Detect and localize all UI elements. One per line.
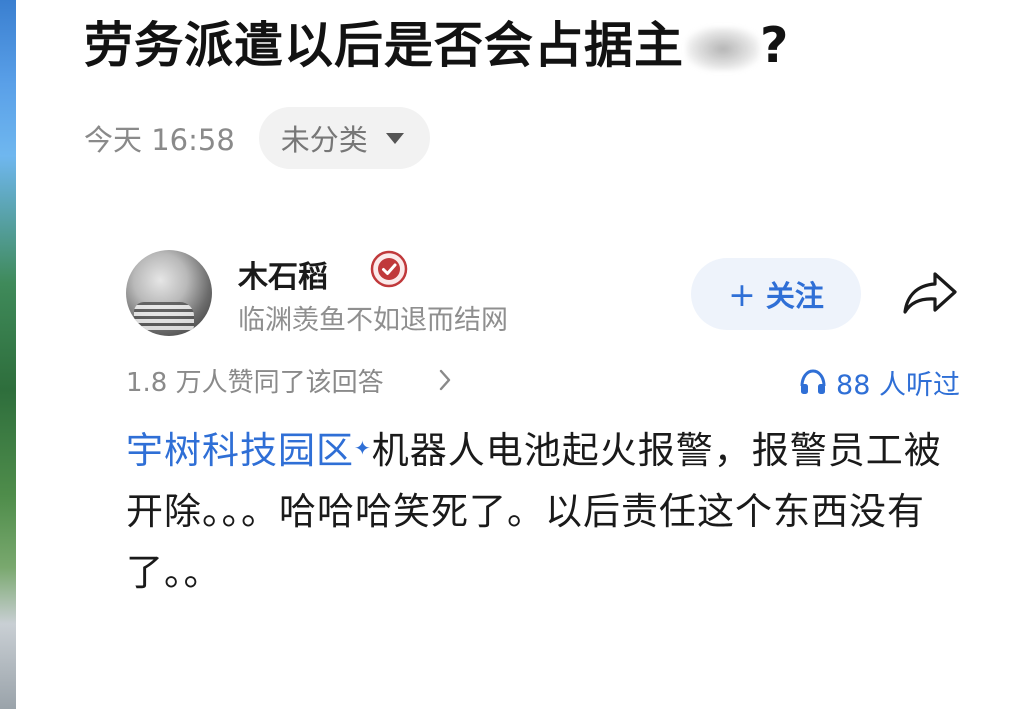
- listen-count: 88 人听过: [836, 369, 960, 401]
- avatar[interactable]: [126, 250, 212, 336]
- post-time: 今天 16:58: [84, 123, 235, 157]
- question-mark: ?: [760, 17, 790, 74]
- answer-card: 劳务派遣以后是否会占据主? 今天 16:58 未分类 木石稻 临渊羡鱼不如退而结…: [16, 0, 1018, 709]
- sparkle-icon: ✦: [354, 436, 372, 460]
- topic-link[interactable]: 宇树科技园区: [126, 429, 354, 472]
- follow-label: 关注: [765, 279, 824, 313]
- plus-icon: +: [728, 274, 756, 314]
- background-edge: [0, 0, 16, 709]
- author-row: 木石稻 临渊羡鱼不如退而结网 + 关注: [126, 250, 959, 338]
- author-name[interactable]: 木石稻: [238, 252, 328, 296]
- obscured-text: [686, 26, 761, 71]
- question-title-text: 劳务派遣以后是否会占据主: [84, 17, 685, 74]
- caret-down-icon: [385, 132, 404, 144]
- category-label: 未分类: [280, 123, 368, 157]
- chevron-right-icon: [439, 369, 451, 391]
- follow-button[interactable]: + 关注: [691, 258, 861, 330]
- question-title[interactable]: 劳务派遣以后是否会占据主?: [84, 6, 789, 77]
- author-bio: 临渊羡鱼不如退而结网: [238, 305, 508, 336]
- category-dropdown[interactable]: 未分类: [258, 107, 430, 169]
- likes-count[interactable]: 1.8 万人赞同了该回答: [126, 362, 384, 399]
- answer-body: 宇树科技园区✦机器人电池起火报警，报警员工被开除。。。哈哈哈笑死了。以后责任这个…: [126, 420, 956, 603]
- listen-button[interactable]: 88 人听过: [798, 362, 960, 402]
- verified-badge-icon: [370, 250, 408, 288]
- headphone-icon: [800, 369, 826, 394]
- meta-row: 今天 16:58 未分类: [84, 107, 430, 169]
- share-icon[interactable]: [901, 268, 959, 318]
- stats-row: 1.8 万人赞同了该回答 88 人听过: [126, 362, 960, 402]
